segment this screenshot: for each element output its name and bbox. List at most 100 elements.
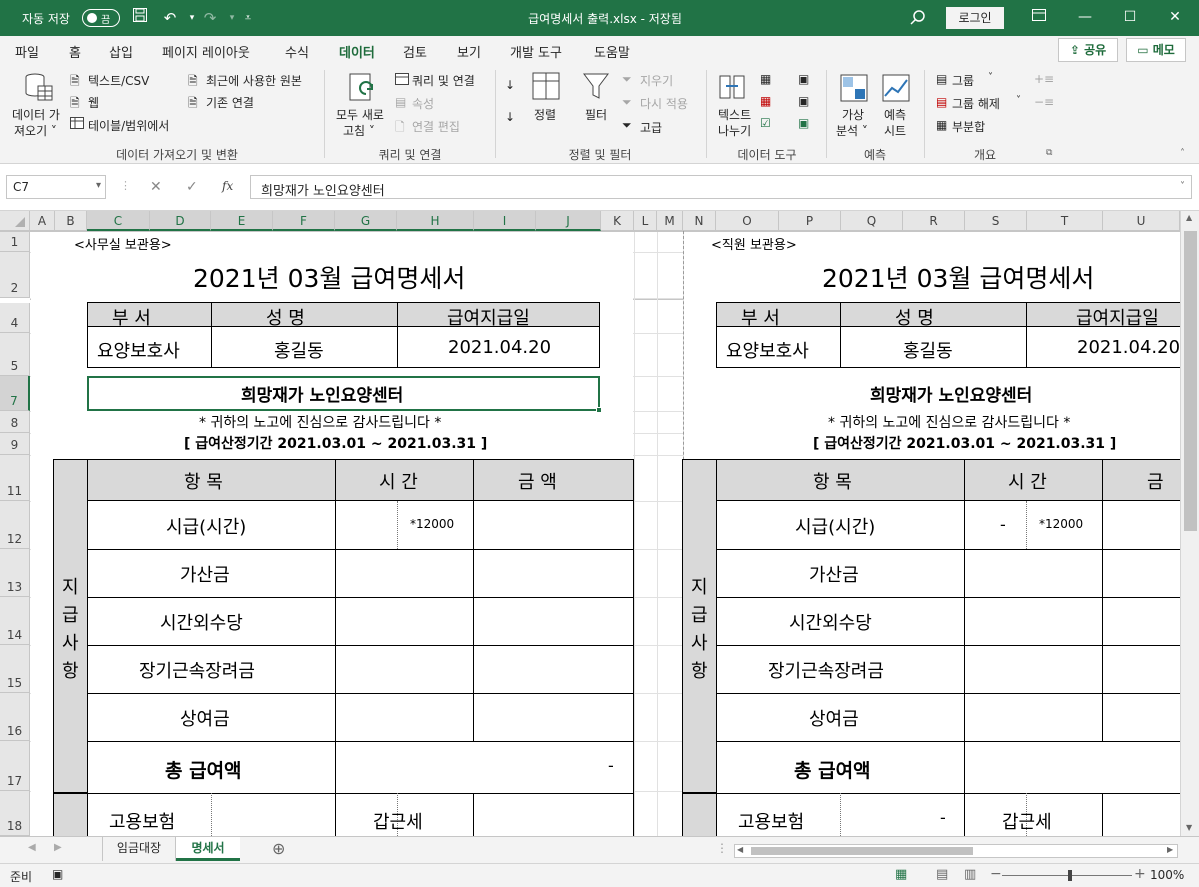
close-icon[interactable]: ✕ [1152, 0, 1198, 36]
row-header[interactable]: 5 [0, 333, 30, 376]
tab-home[interactable]: 홈 [69, 42, 81, 61]
new-sheet-icon[interactable]: ⊕ [272, 839, 285, 858]
column-header[interactable]: D [150, 211, 211, 231]
row-header[interactable]: 15 [0, 645, 30, 693]
refresh-all-icon[interactable] [348, 72, 378, 107]
row-header[interactable]: 4 [0, 303, 30, 333]
database-icon[interactable] [24, 72, 54, 107]
data-model-icon[interactable]: ▣ [798, 116, 809, 130]
horizontal-scroll-thumb[interactable] [751, 847, 973, 855]
tab-help[interactable]: 도움말 [594, 42, 630, 61]
next-sheet-icon[interactable]: ▶ [54, 842, 62, 853]
scroll-right-icon[interactable]: ▶ [1167, 845, 1173, 854]
ungroup-button[interactable]: 그룹 해제 [952, 95, 1000, 112]
what-if-analysis-icon[interactable] [840, 74, 868, 105]
sort-button[interactable]: 정렬 [534, 106, 556, 123]
tab-file[interactable]: 파일 [15, 42, 39, 61]
column-header[interactable]: H [397, 211, 474, 231]
tab-split-handle[interactable]: ⋮ [716, 841, 728, 855]
row-header[interactable]: 8 [0, 411, 30, 433]
vertical-scrollbar[interactable]: ▲ ▼ [1180, 211, 1199, 836]
column-header[interactable]: Q [841, 211, 903, 231]
properties-button[interactable]: 속성 [412, 95, 434, 112]
row-header[interactable]: 13 [0, 549, 30, 597]
search-icon[interactable] [906, 6, 930, 30]
text-to-columns-icon[interactable] [718, 72, 748, 105]
sort-ascending-icon[interactable]: ↓ [505, 78, 515, 92]
zoom-out-icon[interactable]: − [990, 866, 1002, 882]
scroll-left-icon[interactable]: ◀ [737, 845, 743, 854]
scroll-up-icon[interactable]: ▲ [1186, 213, 1192, 222]
from-web-button[interactable]: 웹 [88, 94, 99, 111]
row-header[interactable]: 17 [0, 741, 30, 791]
tab-insert[interactable]: 삽입 [109, 42, 133, 61]
row-header[interactable]: 1 [0, 231, 30, 252]
column-header[interactable]: E [211, 211, 273, 231]
column-header[interactable]: J [536, 211, 601, 231]
expand-formula-bar-icon[interactable]: ˅ [1180, 181, 1185, 192]
column-header[interactable]: R [903, 211, 965, 231]
redo-icon[interactable]: ↷ [198, 6, 222, 30]
fill-handle[interactable] [596, 407, 602, 413]
tab-data[interactable]: 데이터 [339, 42, 375, 67]
column-header[interactable]: O [716, 211, 779, 231]
zoom-slider-track[interactable] [1002, 875, 1132, 876]
column-header[interactable]: L [634, 211, 657, 231]
select-all-corner[interactable] [0, 211, 30, 231]
from-table-range-button[interactable]: 테이블/범위에서 [88, 117, 169, 134]
show-detail-icon[interactable]: +≡ [1034, 72, 1054, 86]
subtotal-button[interactable]: 부분합 [952, 118, 985, 135]
row-header[interactable]: 2 [0, 252, 30, 298]
cancel-icon[interactable]: ✕ [150, 179, 162, 195]
refresh-all-button[interactable]: 모두 새로 [336, 106, 384, 123]
undo-icon[interactable]: ↶ [158, 6, 182, 30]
what-if-analysis-button[interactable]: 가상 [842, 106, 864, 123]
text-to-columns-button[interactable]: 텍스트 [718, 106, 751, 123]
column-header[interactable]: N [683, 211, 716, 231]
column-header[interactable]: K [601, 211, 634, 231]
maximize-icon[interactable]: ☐ [1107, 0, 1153, 36]
customize-qat-icon[interactable]: ⩡ [236, 6, 260, 30]
ribbon-display-options-icon[interactable] [1016, 0, 1062, 36]
forecast-sheet-button-line2[interactable]: 시트 [884, 122, 906, 139]
prev-sheet-icon[interactable]: ◀ [28, 842, 36, 853]
tab-page-layout[interactable]: 페이지 레이아웃 [162, 42, 250, 61]
ungroup-dropdown-icon[interactable]: ˅ [1016, 95, 1021, 106]
consolidate-icon[interactable]: ▣ [798, 72, 809, 86]
horizontal-scrollbar[interactable]: ◀ ▶ [734, 844, 1178, 858]
dialog-launcher-icon[interactable]: ⧉ [1046, 148, 1052, 158]
reapply-button[interactable]: 다시 적용 [640, 95, 688, 112]
column-header[interactable]: T [1027, 211, 1103, 231]
edit-links-button[interactable]: 연결 편집 [412, 118, 460, 135]
login-button[interactable]: 로그인 [946, 7, 1004, 29]
tab-review[interactable]: 검토 [403, 42, 427, 61]
sheet-tab-statement[interactable]: 명세서 [176, 837, 240, 861]
name-box[interactable]: C7 [6, 175, 106, 199]
recent-sources-button[interactable]: 최근에 사용한 원본 [206, 72, 302, 89]
clear-filter-button[interactable]: 지우기 [640, 72, 673, 89]
page-break-preview-icon[interactable]: ▥ [964, 867, 976, 882]
row-header[interactable]: 16 [0, 693, 30, 741]
collapse-ribbon-icon[interactable]: ˄ [1180, 148, 1185, 159]
sort-descending-icon[interactable]: ↓ [505, 110, 515, 124]
zoom-level[interactable]: 100% [1150, 868, 1184, 882]
insert-function-button[interactable]: fx [222, 179, 233, 193]
column-header[interactable]: U [1103, 211, 1180, 231]
row-header[interactable]: 18 [0, 791, 30, 836]
group-button[interactable]: 그룹 [952, 72, 974, 89]
column-header[interactable]: I [474, 211, 536, 231]
queries-connections-button[interactable]: 쿼리 및 연결 [412, 72, 475, 89]
save-icon[interactable] [128, 6, 152, 30]
column-header[interactable]: G [335, 211, 397, 231]
row-header[interactable]: 7 [0, 376, 30, 411]
share-button[interactable]: ⇪ 공유 [1058, 38, 1118, 62]
tab-developer[interactable]: 개발 도구 [510, 42, 562, 61]
tab-view[interactable]: 보기 [457, 42, 481, 61]
normal-view-icon[interactable]: ▦ [895, 867, 907, 882]
get-data-button-line2[interactable]: 져오기 ˅ [14, 122, 57, 139]
zoom-in-icon[interactable]: + [1134, 866, 1146, 882]
remove-duplicates-icon[interactable]: ▦ [760, 94, 771, 108]
get-data-button[interactable]: 데이터 가 [12, 106, 60, 123]
page-layout-view-icon[interactable]: ▤ [936, 867, 948, 882]
group-dropdown-icon[interactable]: ˅ [988, 72, 993, 83]
